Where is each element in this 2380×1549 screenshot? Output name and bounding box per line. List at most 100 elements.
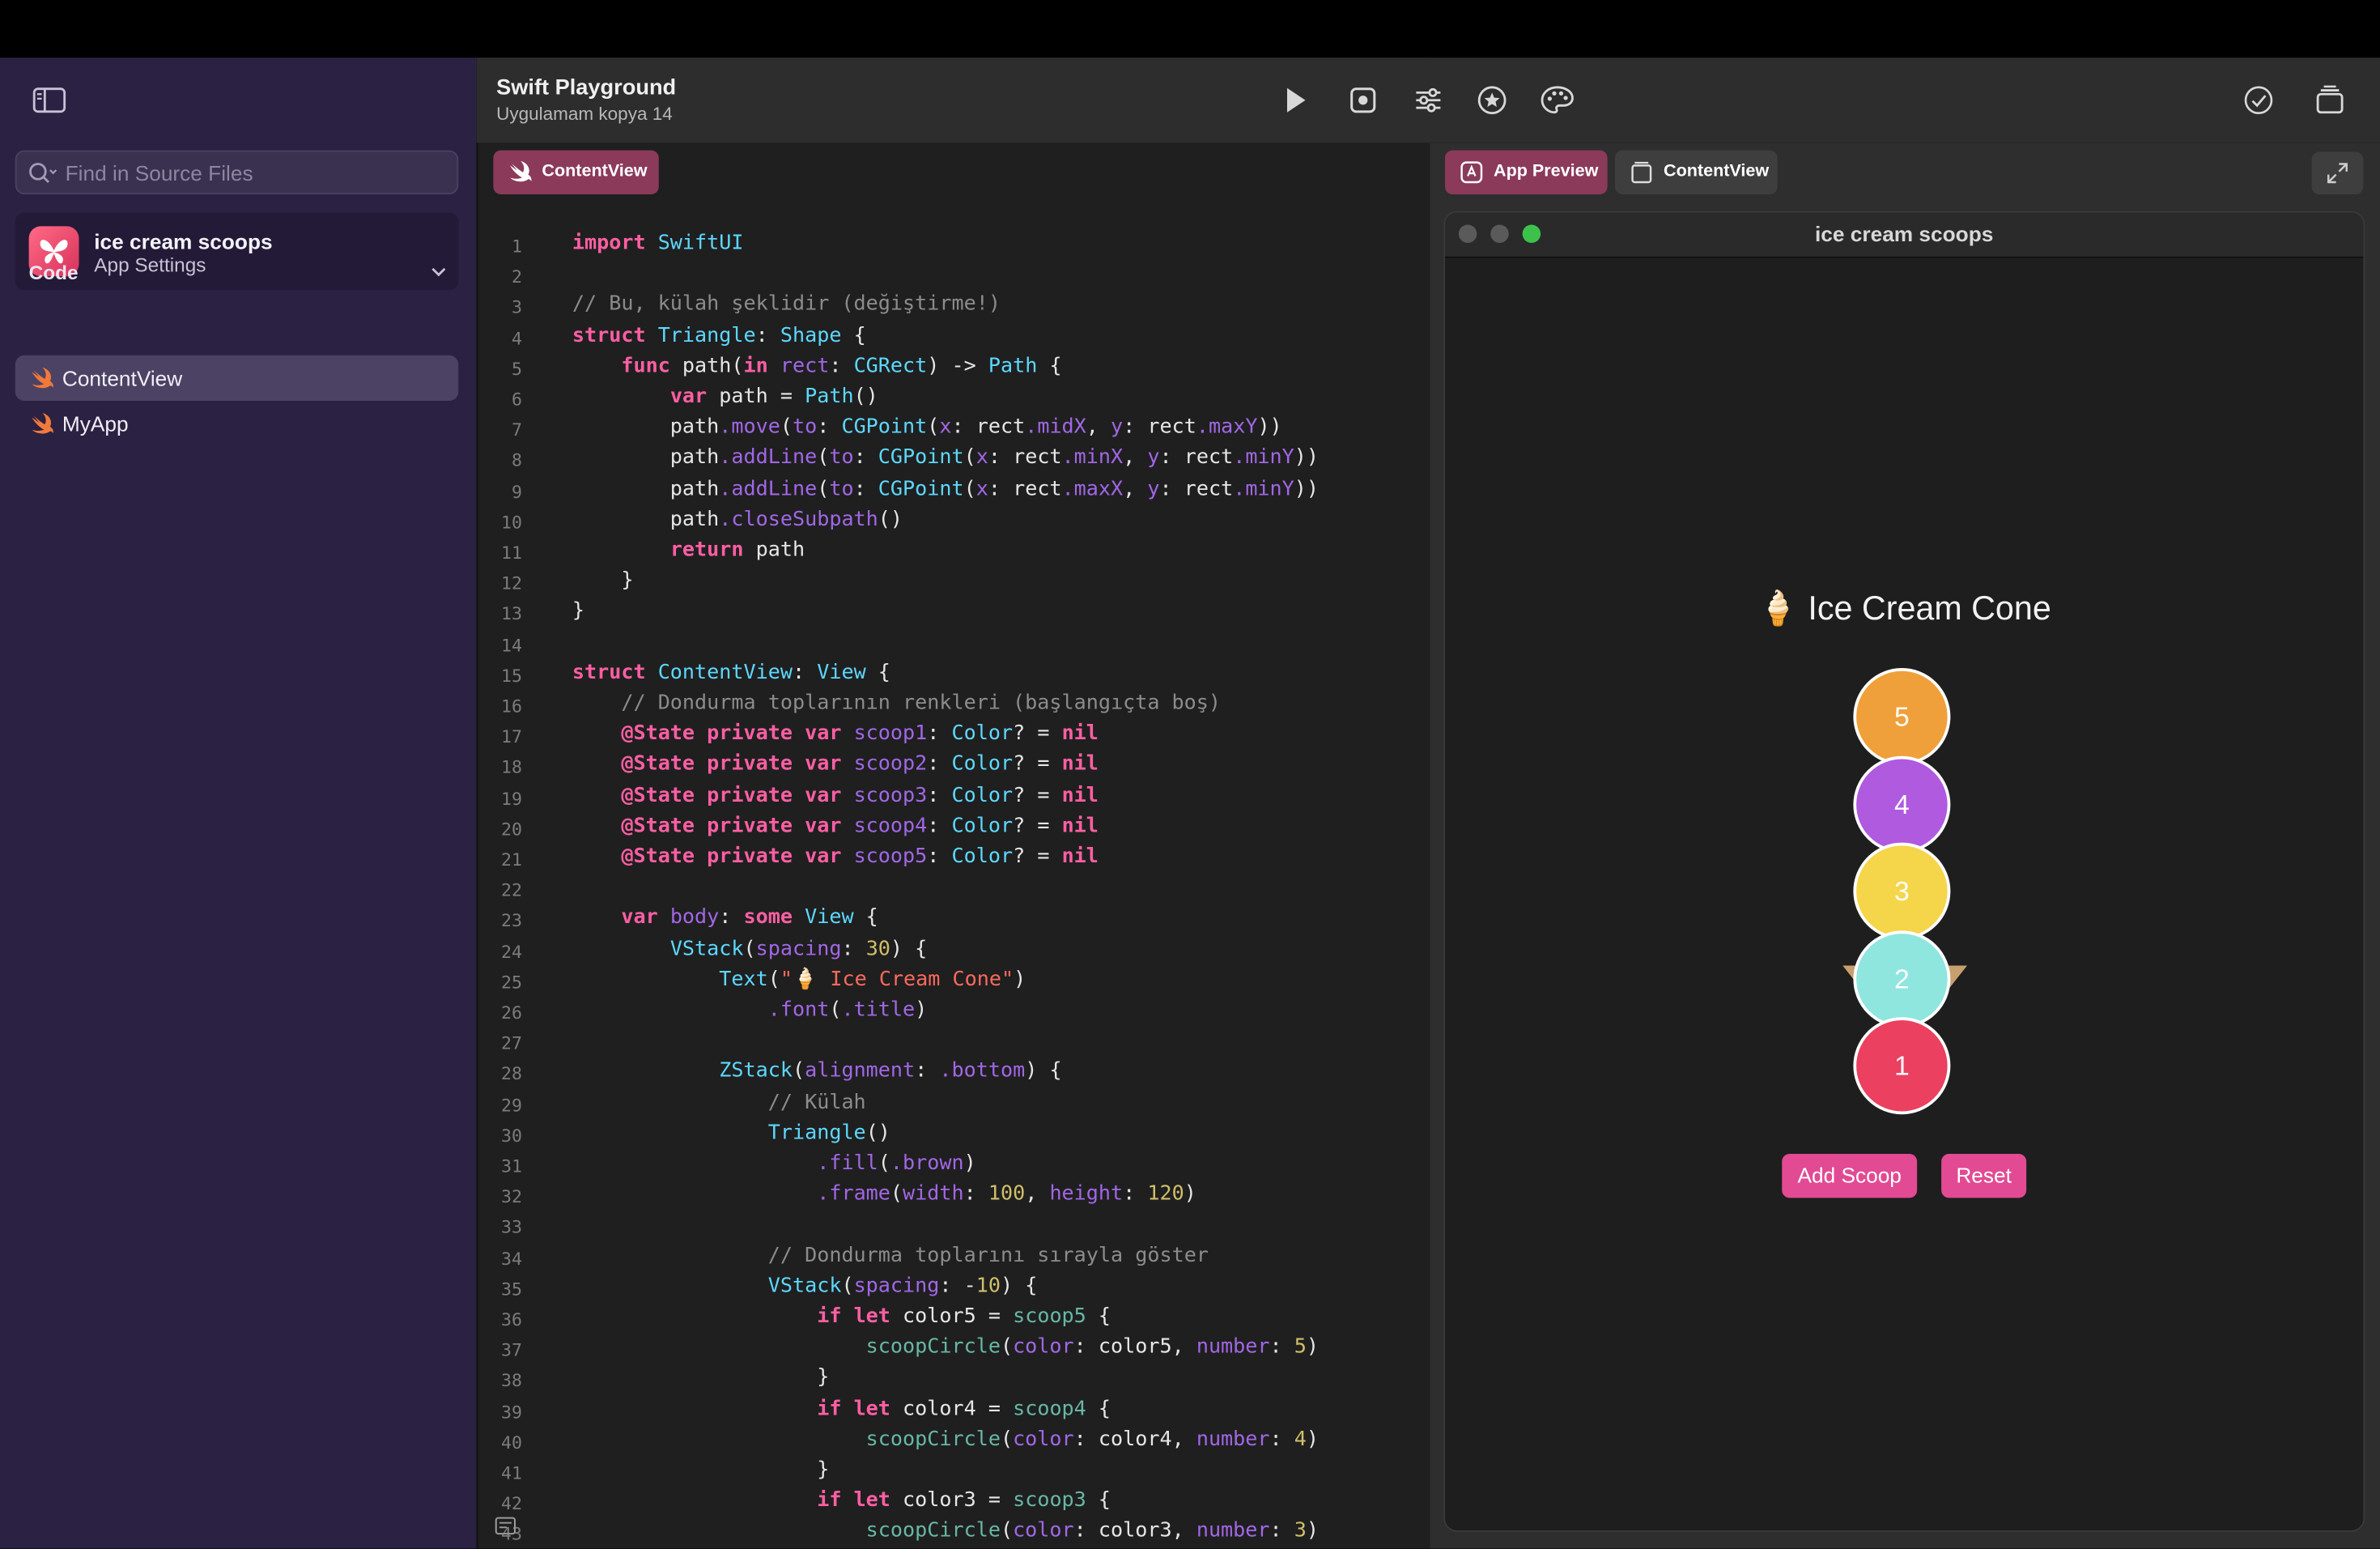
code-line[interactable]: 43 scoopCircle(color: color3, number: 3) (477, 1519, 1429, 1549)
code-line[interactable]: 26 .font(.title) (477, 998, 1429, 1028)
code-text[interactable]: } (572, 1459, 829, 1482)
code-line[interactable]: 38 } (477, 1365, 1429, 1396)
code-line[interactable]: 20 @State private var scoop4: Color? = n… (477, 814, 1429, 845)
code-text[interactable]: scoopCircle(color: color4, number: 4) (572, 1428, 1319, 1451)
code-text[interactable]: VStack(spacing: -10) { (572, 1275, 1038, 1298)
code-text[interactable]: func path(in rect: CGRect) -> Path { (572, 355, 1061, 377)
code-text[interactable]: @State private var scoop3: Color? = nil (572, 785, 1099, 807)
code-line[interactable]: 16 // Dondurma toplarının renkleri (başl… (477, 691, 1429, 721)
console-icon[interactable] (495, 1515, 516, 1543)
code-text[interactable]: if let color4 = scoop4 { (572, 1398, 1111, 1420)
code-text[interactable]: var path = Path() (572, 385, 878, 408)
code-text[interactable]: // Külah (572, 1091, 866, 1113)
expand-preview-button[interactable] (2311, 151, 2364, 194)
code-line[interactable]: 7 path.move(to: CGPoint(x: rect.midX, y:… (477, 415, 1429, 445)
code-line[interactable]: 28 ZStack(alignment: .bottom) { (477, 1059, 1429, 1090)
code-line[interactable]: 25 Text("🍦 Ice Cream Cone") (477, 967, 1429, 998)
sidebar-item-myapp[interactable]: MyApp (15, 401, 459, 446)
code-line[interactable]: 10 path.closeSubpath() (477, 507, 1429, 538)
app-settings-card[interactable]: ice cream scoops App Settings (15, 212, 459, 291)
code-text[interactable]: path.move(to: CGPoint(x: rect.midX, y: r… (572, 416, 1282, 439)
code-text[interactable]: path.closeSubpath() (572, 509, 903, 531)
code-text[interactable]: struct ContentView: View { (572, 662, 890, 684)
code-text[interactable]: struct Triangle: Shape { (572, 324, 866, 347)
code-line[interactable]: 42 if let color3 = scoop3 { (477, 1488, 1429, 1519)
code-text[interactable]: @State private var scoop4: Color? = nil (572, 815, 1099, 837)
code-text[interactable]: if let color3 = scoop3 { (572, 1490, 1111, 1513)
code-line[interactable]: 41 } (477, 1458, 1429, 1488)
code-line[interactable]: 1 import SwiftUI (477, 231, 1429, 262)
tab-app-preview[interactable]: App Preview (1445, 150, 1608, 194)
code-text[interactable]: var body: some View { (572, 907, 878, 930)
code-text[interactable]: scoopCircle(color: color5, number: 5) (572, 1336, 1319, 1359)
code-line[interactable]: 12 } (477, 568, 1429, 599)
code-line[interactable]: 37 scoopCircle(color: color5, number: 5) (477, 1334, 1429, 1365)
code-text[interactable]: } (572, 600, 584, 623)
code-line[interactable]: 36 if let color5 = scoop5 { (477, 1304, 1429, 1335)
code-text[interactable]: .font(.title) (572, 999, 928, 1022)
code-line[interactable]: 13} (477, 598, 1429, 629)
code-text[interactable]: path.addLine(to: CGPoint(x: rect.maxX, y… (572, 478, 1319, 500)
code-text[interactable]: .frame(width: 100, height: 120) (572, 1183, 1196, 1206)
add-scoop-button[interactable]: Add Scoop (1782, 1154, 1918, 1198)
code-line[interactable]: 34 // Dondurma toplarını sırayla göster (477, 1243, 1429, 1274)
code-line[interactable]: 15 struct ContentView: View { (477, 660, 1429, 691)
code-line[interactable]: 40 scoopCircle(color: color4, number: 4) (477, 1427, 1429, 1458)
code-line[interactable]: 3 // Bu, külah şeklidir (değiştirme!) (477, 292, 1429, 323)
code-text[interactable]: } (572, 569, 633, 592)
code-line[interactable]: 4 struct Triangle: Shape { (477, 323, 1429, 354)
library-icon[interactable] (2314, 83, 2347, 117)
code-line[interactable]: 29 // Külah (477, 1089, 1429, 1120)
code-line[interactable]: 9 path.addLine(to: CGPoint(x: rect.maxX,… (477, 476, 1429, 507)
code-text[interactable]: import SwiftUI (572, 232, 744, 255)
code-line[interactable]: 11 return path (477, 538, 1429, 568)
code-line[interactable]: 30 Triangle() (477, 1120, 1429, 1151)
favorites-icon[interactable] (1476, 83, 1509, 117)
code-line[interactable]: 8 path.addLine(to: CGPoint(x: rect.minX,… (477, 445, 1429, 476)
code-line[interactable]: 33 (477, 1212, 1429, 1243)
code-line[interactable]: 32 .frame(width: 100, height: 120) (477, 1181, 1429, 1212)
run-icon[interactable] (1278, 83, 1311, 117)
code-line[interactable]: 19 @State private var scoop3: Color? = n… (477, 783, 1429, 814)
code-line[interactable]: 18 @State private var scoop2: Color? = n… (477, 752, 1429, 783)
code-line[interactable]: 6 var path = Path() (477, 384, 1429, 415)
code-line[interactable]: 17 @State private var scoop1: Color? = n… (477, 721, 1429, 752)
code-line[interactable]: 35 VStack(spacing: -10) { (477, 1274, 1429, 1304)
code-line[interactable]: 14 (477, 629, 1429, 660)
code-text[interactable]: // Dondurma toplarının renkleri (başlang… (572, 692, 1221, 715)
code-text[interactable]: scoopCircle(color: color3, number: 3) (572, 1521, 1319, 1543)
sidebar-toggle-icon[interactable] (32, 85, 68, 116)
search-input[interactable] (65, 151, 445, 194)
tab-contentview-preview[interactable]: ContentView (1615, 150, 1778, 194)
code-text[interactable]: ZStack(alignment: .bottom) { (572, 1060, 1061, 1083)
settings-sliders-icon[interactable] (1412, 83, 1445, 117)
source-search-field[interactable] (15, 150, 459, 194)
code-text[interactable]: .fill(.brown) (572, 1152, 976, 1175)
code-text[interactable]: VStack(spacing: 30) { (572, 938, 927, 960)
code-text[interactable]: } (572, 1367, 829, 1389)
tab-contentview[interactable]: ContentView (493, 150, 659, 194)
chevron-down-icon[interactable] (430, 266, 448, 278)
record-icon[interactable] (1346, 83, 1379, 117)
code-line[interactable]: 31 .fill(.brown) (477, 1151, 1429, 1181)
checkmark-icon[interactable] (2242, 83, 2275, 117)
code-line[interactable]: 5 func path(in rect: CGRect) -> Path { (477, 353, 1429, 384)
code-line[interactable]: 27 (477, 1028, 1429, 1059)
code-line[interactable]: 21 @State private var scoop5: Color? = n… (477, 845, 1429, 875)
code-text[interactable]: @State private var scoop5: Color? = nil (572, 845, 1099, 868)
code-line[interactable]: 39 if let color4 = scoop4 { (477, 1396, 1429, 1427)
code-line[interactable]: 24 VStack(spacing: 30) { (477, 936, 1429, 967)
code-text[interactable]: Text("🍦 Ice Cream Cone") (572, 968, 1026, 991)
code-text[interactable]: // Bu, külah şeklidir (değiştirme!) (572, 294, 1001, 317)
code-line[interactable]: 22 (477, 875, 1429, 905)
code-text[interactable]: @State private var scoop1: Color? = nil (572, 723, 1099, 746)
code-text[interactable]: @State private var scoop2: Color? = nil (572, 754, 1099, 777)
code-text[interactable]: Triangle() (572, 1121, 890, 1144)
code-text[interactable]: if let color5 = scoop5 { (572, 1306, 1111, 1329)
code-text[interactable]: // Dondurma toplarını sırayla göster (572, 1245, 1209, 1267)
reset-button[interactable]: Reset (1941, 1154, 2027, 1198)
code-text[interactable]: return path (572, 539, 805, 562)
code-text[interactable]: path.addLine(to: CGPoint(x: rect.minX, y… (572, 447, 1319, 470)
palette-icon[interactable] (1539, 83, 1574, 117)
code-line[interactable]: 2 (477, 262, 1429, 292)
